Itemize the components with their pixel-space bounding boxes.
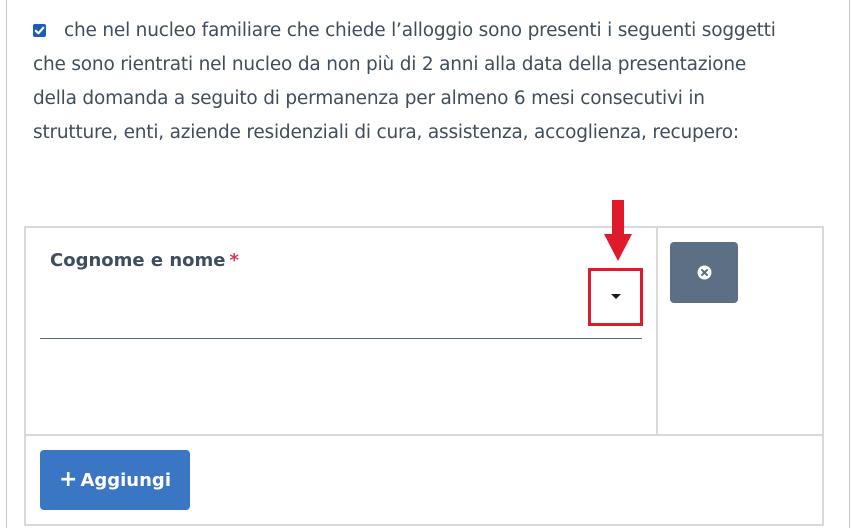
- checkbox-checked-icon: [34, 26, 45, 35]
- times-circle-icon: [697, 265, 712, 280]
- field-label-text: Cognome e nome: [50, 250, 226, 271]
- field-label: Cognome e nome *: [50, 250, 239, 271]
- required-marker: *: [229, 250, 239, 271]
- add-button-label: Aggiungi: [80, 469, 171, 491]
- plus-icon: +: [59, 466, 78, 492]
- dropdown-toggle-button[interactable]: [588, 268, 643, 326]
- remove-row-button[interactable]: [670, 242, 738, 303]
- row-actions-cell: [658, 228, 822, 436]
- cognome-nome-select[interactable]: [40, 276, 642, 339]
- add-button[interactable]: + Aggiungi: [40, 450, 190, 510]
- red-arrow-down-icon: [604, 200, 632, 261]
- declaration-block: che nel nucleo familiare che chiede l’al…: [33, 14, 793, 150]
- declaration-text: che nel nucleo familiare che chiede l’al…: [33, 20, 776, 143]
- caret-down-icon: [611, 294, 621, 299]
- declaration-checkbox[interactable]: [33, 24, 46, 37]
- subject-row-cell: Cognome e nome *: [26, 200, 658, 436]
- subjects-table: Cognome e nome * + Aggiungi: [24, 200, 824, 526]
